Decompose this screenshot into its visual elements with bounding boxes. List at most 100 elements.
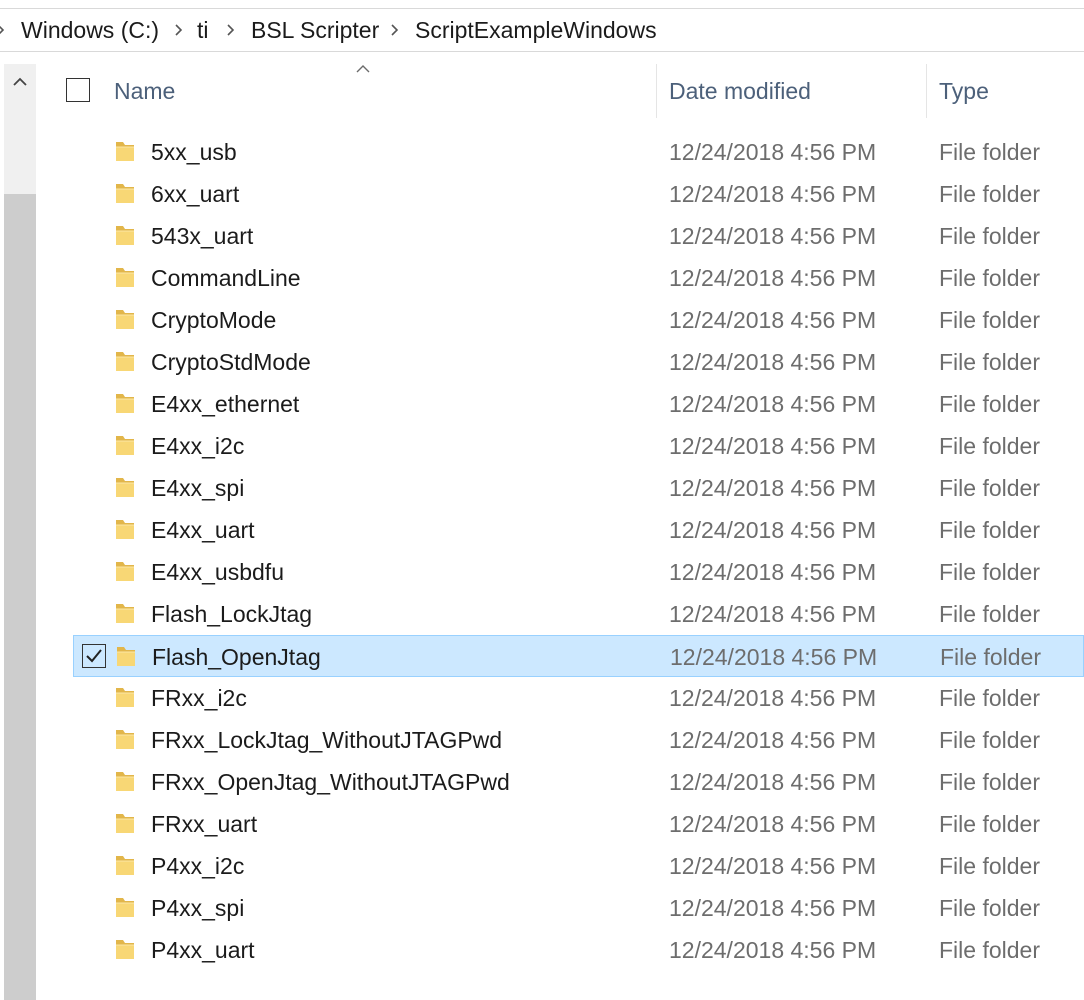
row-checkbox[interactable] xyxy=(81,853,105,877)
breadcrumb-windows-c[interactable]: Windows (C:) xyxy=(21,9,159,51)
column-header: Name Date modified Type xyxy=(44,64,1084,118)
list-item[interactable]: CryptoMode 12/24/2018 4:56 PM File folder xyxy=(73,299,1084,341)
folder-icon xyxy=(114,601,136,625)
chevron-up-icon xyxy=(13,77,27,86)
row-checkbox[interactable] xyxy=(81,769,105,793)
list-item[interactable]: CryptoStdMode 12/24/2018 4:56 PM File fold… xyxy=(73,341,1084,383)
date-modified: 12/24/2018 4:56 PM xyxy=(669,391,877,417)
list-item[interactable]: CommandLine 12/24/2018 4:56 PM File folder xyxy=(73,257,1084,299)
row-checkbox[interactable] xyxy=(81,727,105,751)
address-bar[interactable]: Windows (C:) ti BSL Scripter ScriptExamp… xyxy=(0,8,1084,52)
file-name: FRxx_uart xyxy=(151,811,258,837)
list-item[interactable]: 6xx_uart 12/24/2018 4:56 PM File folder xyxy=(73,173,1084,215)
row-checkbox[interactable] xyxy=(81,223,105,247)
file-name: P4xx_i2c xyxy=(151,853,245,879)
file-type: File folder xyxy=(939,601,1040,627)
folder-icon xyxy=(114,727,136,751)
list-item[interactable]: Flash_OpenJtag 12/24/2018 4:56 PM File fol… xyxy=(73,635,1084,677)
row-checkbox[interactable] xyxy=(81,307,105,331)
row-checkbox[interactable] xyxy=(81,433,105,457)
file-name: FRxx_LockJtag_WithoutJTAGPwd xyxy=(151,727,503,753)
list-item[interactable]: FRxx_LockJtag_WithoutJTAGPwd 12/24/2018 4… xyxy=(73,719,1084,761)
file-type: File folder xyxy=(939,307,1040,333)
column-divider[interactable] xyxy=(926,64,927,118)
file-name: Flash_OpenJtag xyxy=(152,644,321,670)
date-modified: 12/24/2018 4:56 PM xyxy=(669,433,877,459)
file-type: File folder xyxy=(939,517,1040,543)
breadcrumb-ti[interactable]: ti xyxy=(197,9,209,51)
folder-icon xyxy=(114,265,136,289)
select-all-checkbox[interactable] xyxy=(66,78,90,102)
sort-ascending-icon xyxy=(356,65,370,73)
row-checkbox[interactable] xyxy=(81,685,105,709)
list-item[interactable]: 5xx_usb 12/24/2018 4:56 PM File folder xyxy=(73,131,1084,173)
file-type: File folder xyxy=(939,349,1040,375)
list-item[interactable]: E4xx_i2c 12/24/2018 4:56 PM File folder xyxy=(73,425,1084,467)
chevron-right-icon[interactable] xyxy=(172,9,186,51)
date-modified: 12/24/2018 4:56 PM xyxy=(670,644,878,670)
file-type: File folder xyxy=(939,139,1040,165)
file-name: E4xx_ethernet xyxy=(151,391,300,417)
row-checkbox[interactable] xyxy=(81,475,105,499)
column-header-type[interactable]: Type xyxy=(939,64,989,118)
folder-icon xyxy=(114,475,136,499)
date-modified: 12/24/2018 4:56 PM xyxy=(669,349,877,375)
row-checkbox[interactable] xyxy=(81,517,105,541)
file-name: Flash_LockJtag xyxy=(151,601,313,627)
row-checkbox[interactable] xyxy=(82,644,106,668)
file-type: File folder xyxy=(939,181,1040,207)
list-item[interactable]: Flash_LockJtag 12/24/2018 4:56 PM File fol… xyxy=(73,593,1084,635)
row-checkbox[interactable] xyxy=(81,559,105,583)
date-modified: 12/24/2018 4:56 PM xyxy=(669,139,877,165)
scroll-up-button[interactable] xyxy=(4,64,36,100)
column-divider[interactable] xyxy=(656,64,657,118)
file-type: File folder xyxy=(939,937,1040,963)
folder-icon xyxy=(114,433,136,457)
list-item[interactable]: E4xx_spi 12/24/2018 4:56 PM File folder xyxy=(73,467,1084,509)
scrollbar-thumb[interactable] xyxy=(4,194,36,1000)
file-type: File folder xyxy=(939,853,1040,879)
row-checkbox[interactable] xyxy=(81,349,105,373)
row-checkbox[interactable] xyxy=(81,601,105,625)
list-item[interactable]: P4xx_uart 12/24/2018 4:56 PM File folder xyxy=(73,929,1084,971)
list-item[interactable]: FRxx_OpenJtag_WithoutJTAGPwd 12/24/2018 4… xyxy=(73,761,1084,803)
row-checkbox[interactable] xyxy=(81,139,105,163)
date-modified: 12/24/2018 4:56 PM xyxy=(669,685,877,711)
list-item[interactable]: E4xx_uart 12/24/2018 4:56 PM File folder xyxy=(73,509,1084,551)
file-type: File folder xyxy=(939,727,1040,753)
date-modified: 12/24/2018 4:56 PM xyxy=(669,517,877,543)
file-name: E4xx_uart xyxy=(151,517,255,543)
list-item[interactable]: E4xx_usbdfu 12/24/2018 4:56 PM File folder xyxy=(73,551,1084,593)
list-item[interactable]: P4xx_spi 12/24/2018 4:56 PM File folder xyxy=(73,887,1084,929)
file-name: E4xx_usbdfu xyxy=(151,559,284,585)
row-checkbox[interactable] xyxy=(81,391,105,415)
list-item[interactable]: FRxx_uart 12/24/2018 4:56 PM File folder xyxy=(73,803,1084,845)
date-modified: 12/24/2018 4:56 PM xyxy=(669,895,877,921)
date-modified: 12/24/2018 4:56 PM xyxy=(669,181,877,207)
chevron-right-icon[interactable] xyxy=(224,9,238,51)
date-modified: 12/24/2018 4:56 PM xyxy=(669,769,877,795)
list-item[interactable]: P4xx_i2c 12/24/2018 4:56 PM File folder xyxy=(73,845,1084,887)
date-modified: 12/24/2018 4:56 PM xyxy=(669,601,877,627)
file-type: File folder xyxy=(939,895,1040,921)
row-checkbox[interactable] xyxy=(81,937,105,961)
chevron-right-icon[interactable] xyxy=(0,9,8,51)
row-checkbox[interactable] xyxy=(81,895,105,919)
row-checkbox[interactable] xyxy=(81,181,105,205)
date-modified: 12/24/2018 4:56 PM xyxy=(669,937,877,963)
chevron-right-icon[interactable] xyxy=(388,9,402,51)
column-header-date-modified[interactable]: Date modified xyxy=(669,64,811,118)
list-item[interactable]: 543x_uart 12/24/2018 4:56 PM File folder xyxy=(73,215,1084,257)
row-checkbox[interactable] xyxy=(81,265,105,289)
folder-icon xyxy=(114,559,136,583)
list-item[interactable]: E4xx_ethernet 12/24/2018 4:56 PM File fold… xyxy=(73,383,1084,425)
row-checkbox[interactable] xyxy=(81,811,105,835)
file-type: File folder xyxy=(939,811,1040,837)
breadcrumb-scriptexamplewindows[interactable]: ScriptExampleWindows xyxy=(415,9,657,51)
breadcrumb-bsl-scripter[interactable]: BSL Scripter xyxy=(251,9,379,51)
folder-icon xyxy=(115,644,137,668)
column-header-name[interactable]: Name xyxy=(114,64,175,118)
vertical-scrollbar[interactable] xyxy=(4,64,36,1000)
list-item[interactable]: FRxx_i2c 12/24/2018 4:56 PM File folder xyxy=(73,677,1084,719)
file-name: CryptoStdMode xyxy=(151,349,311,375)
